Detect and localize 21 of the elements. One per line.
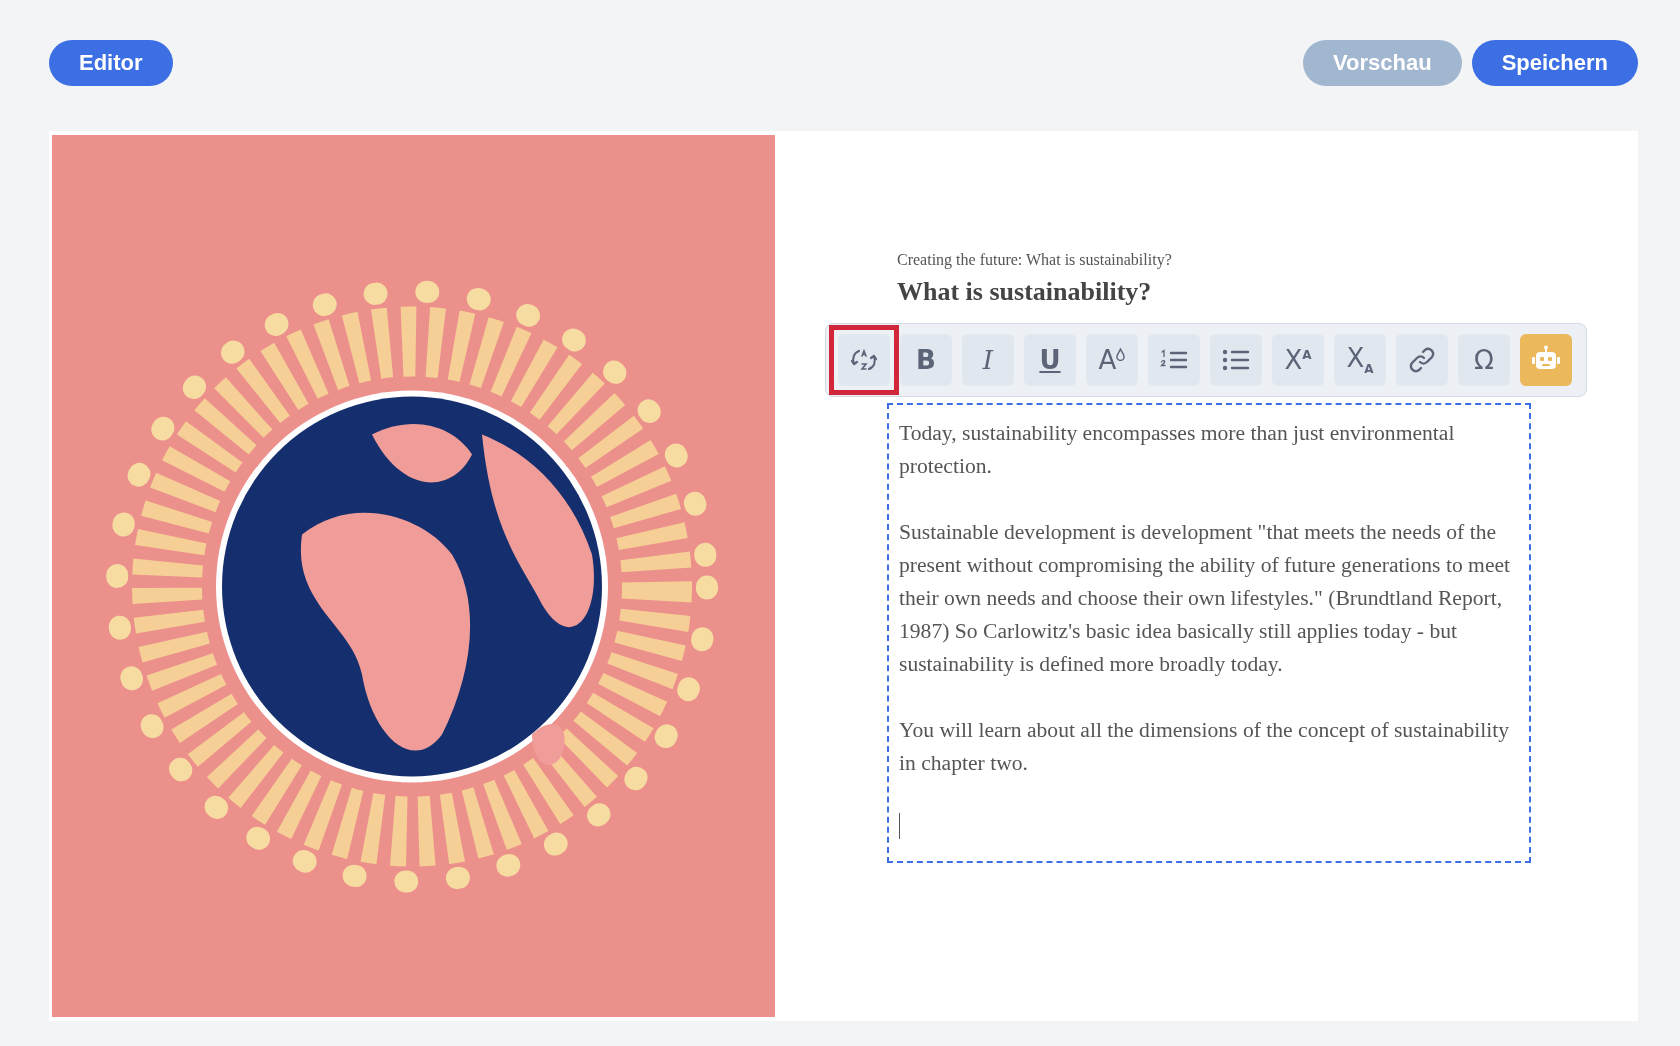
special-button[interactable]: Ω bbox=[1458, 334, 1510, 386]
paragraph: Sustainable development is development "that meets the needs of the present without compromising the ability of future generations to meet their own needs and choose their own lifestyles." (Brundtland Report, 1987) So Carlowitz's basic idea basically still applies today - but sustainability is defined more broadly today. bbox=[899, 519, 1512, 678]
editor-button[interactable]: Editor bbox=[49, 40, 173, 86]
paragraph: Today, sustainability encompasses more than just environmental protection. bbox=[899, 420, 1456, 480]
bold-button[interactable]: B bbox=[900, 334, 952, 386]
ordered-list-button[interactable] bbox=[1148, 334, 1200, 386]
link-button[interactable] bbox=[1396, 334, 1448, 386]
color-button[interactable]: A bbox=[1086, 334, 1138, 386]
page-heading: What is sustainability? bbox=[897, 277, 1153, 307]
subscript-button[interactable]: X$_{A}$ bbox=[1334, 334, 1386, 386]
bullet-list-button[interactable] bbox=[1210, 334, 1262, 386]
page-caption: Creating the future: What is sustainability? bbox=[897, 251, 1173, 269]
text-cursor bbox=[899, 813, 900, 839]
save-button[interactable]: Speichern bbox=[1471, 40, 1638, 86]
translate-button[interactable] bbox=[838, 334, 890, 386]
italic-button[interactable]: I bbox=[962, 334, 1014, 386]
text-editor[interactable] bbox=[887, 403, 1531, 863]
superscript-button[interactable]: X$^{A}$ bbox=[1272, 334, 1324, 386]
paragraph: You will learn about all the dimensions of the concept of sustainability in chapter two. bbox=[899, 717, 1511, 777]
drop-icon bbox=[1116, 347, 1126, 361]
underline-button[interactable]: U bbox=[1024, 334, 1076, 386]
